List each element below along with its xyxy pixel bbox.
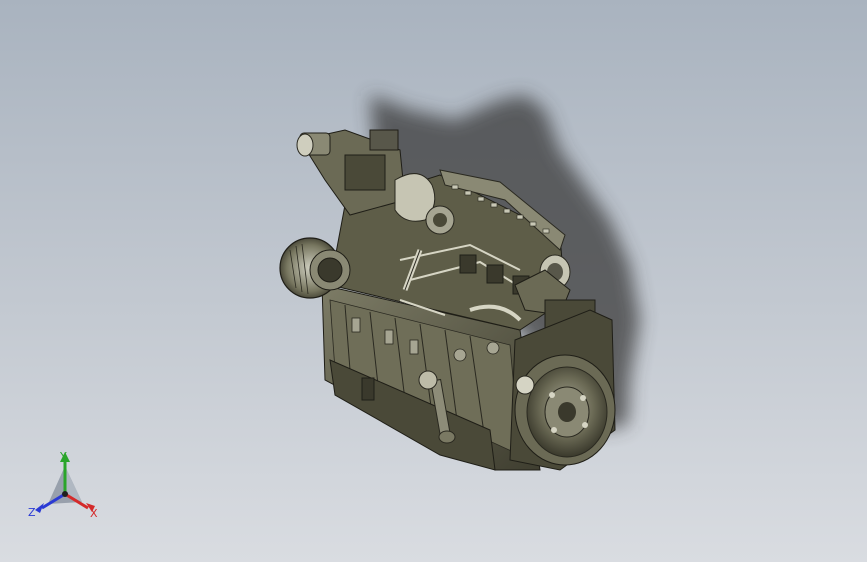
graphics-viewport[interactable]: Y X Z — [0, 0, 867, 562]
y-axis-label: Y — [59, 450, 67, 463]
z-axis-label: Z — [28, 506, 36, 519]
x-axis-label: X — [90, 507, 98, 520]
engine-model[interactable] — [0, 0, 867, 562]
coordinate-triad: Y X Z — [28, 450, 98, 520]
